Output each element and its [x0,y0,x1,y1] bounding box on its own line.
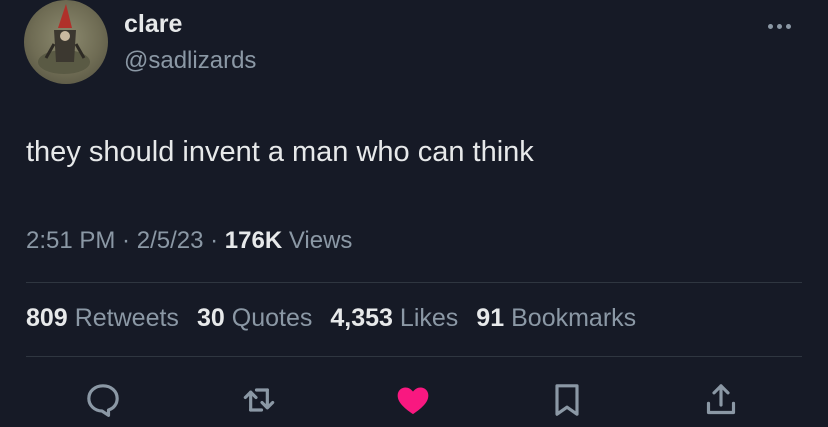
meta-separator: · [115,227,137,254]
reply-icon[interactable] [81,378,125,422]
stat-quotes[interactable]: 30 Quotes [197,304,312,333]
stat-count: 30 [196,304,225,332]
stat-count: 4,353 [330,304,393,332]
stat-label: Retweets [74,304,179,332]
avatar[interactable] [24,0,108,84]
like-icon[interactable] [391,378,435,422]
tweet-stats: 809 Retweets 30 Quotes 4,353 Likes 91 Bookma… [26,304,636,333]
stat-bookmarks[interactable]: 91 Bookmarks [476,304,636,333]
meta-separator: · [203,227,225,254]
author-name[interactable]: clare [124,10,182,39]
tweet-text: they should invent a man who can think [26,136,534,168]
divider [26,356,802,357]
tweet-meta: 2:51 PM · 2/5/23 · 176K Views [26,227,352,255]
divider [26,282,802,283]
share-icon[interactable] [699,378,743,422]
stat-count: 809 [26,304,68,332]
stat-label: Likes [399,304,459,332]
action-bar [0,378,828,422]
tweet-date[interactable]: 2/5/23 [137,227,204,254]
stat-label: Quotes [231,304,313,332]
stat-label: Bookmarks [511,304,637,332]
views-label: Views [282,227,353,254]
bookmark-icon[interactable] [545,378,589,422]
more-icon[interactable] [768,20,802,32]
stat-likes[interactable]: 4,353 Likes [330,304,458,333]
views-count: 176K [224,227,283,254]
stat-retweets[interactable]: 809 Retweets [26,304,179,333]
retweet-icon[interactable] [237,378,281,422]
tweet-time[interactable]: 2:51 PM [26,227,115,254]
stat-count: 91 [476,304,505,332]
author-handle[interactable]: @sadlizards [124,47,256,75]
